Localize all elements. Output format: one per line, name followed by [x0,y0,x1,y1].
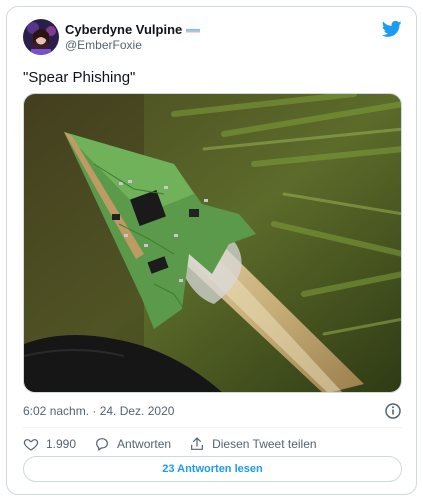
heart-icon [23,439,39,451]
tweet-photo[interactable] [23,93,402,393]
reply-icon [96,438,108,451]
spear-pcb-arrowhead-image [24,94,401,392]
twitter-bird-icon[interactable] [381,19,402,39]
share-label: Diesen Tweet teilen [212,437,317,451]
like-button[interactable]: 1.990 [23,436,76,452]
like-count: 1.990 [46,437,77,451]
author-name-row[interactable]: Cyberdyne Vulpine [65,22,201,37]
action-bar: 1.990 Antworten Diesen Tweet teilen [23,434,335,454]
divider [23,427,402,428]
tweet-timestamp[interactable]: 6:02 nachm. · 24. Dez. 2020 [23,404,174,418]
timestamp-row: 6:02 nachm. · 24. Dez. 2020 [23,402,402,420]
tweet-card: Cyberdyne Vulpine @EmberFoxie "Spear Phi… [6,6,417,495]
info-icon[interactable] [384,402,402,420]
trans-flag-icon [186,25,201,34]
avatar[interactable] [23,19,59,55]
tweet-text: "Spear Phishing" [23,69,136,86]
read-replies-button[interactable]: 23 Antworten lesen [23,456,402,482]
avatar-image [23,19,59,55]
share-icon [191,437,203,450]
display-name[interactable]: Cyberdyne Vulpine [65,22,182,37]
author-handle[interactable]: @EmberFoxie [65,38,142,52]
reply-label: Antworten [117,437,172,451]
reply-button[interactable]: Antworten [94,436,171,452]
share-button[interactable]: Diesen Tweet teilen [189,436,317,452]
